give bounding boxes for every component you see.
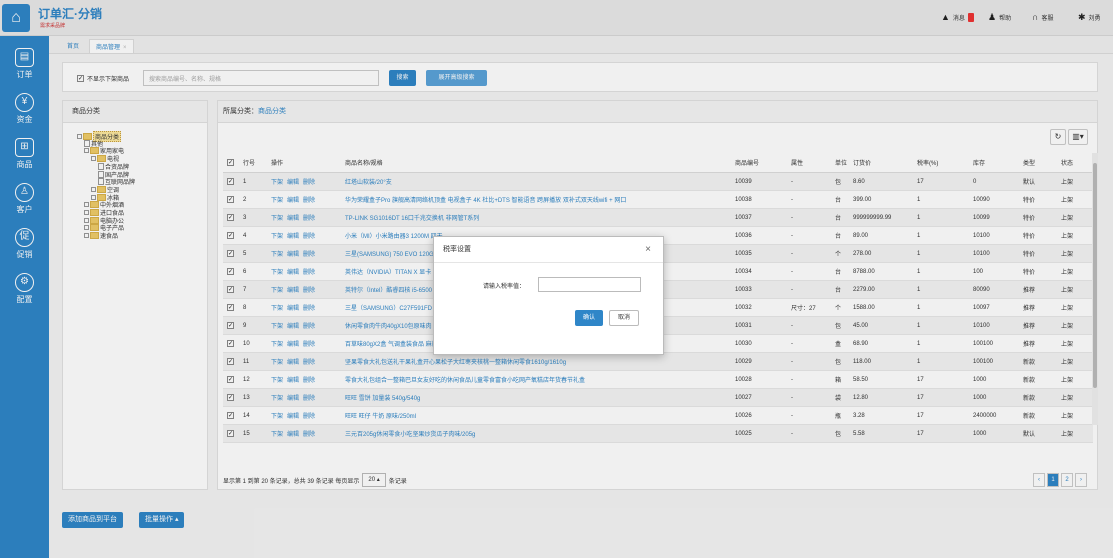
tax-rate-input[interactable] (538, 277, 641, 292)
tax-rate-label: 请输入税率值： (483, 284, 526, 290)
tax-rate-dialog: 税率设置 × 请输入税率值： 确认 取消 (433, 236, 664, 355)
close-icon[interactable]: × (645, 244, 651, 255)
cancel-button[interactable]: 取消 (609, 310, 639, 326)
confirm-button[interactable]: 确认 (575, 310, 603, 326)
dialog-title: 税率设置 (434, 237, 663, 263)
